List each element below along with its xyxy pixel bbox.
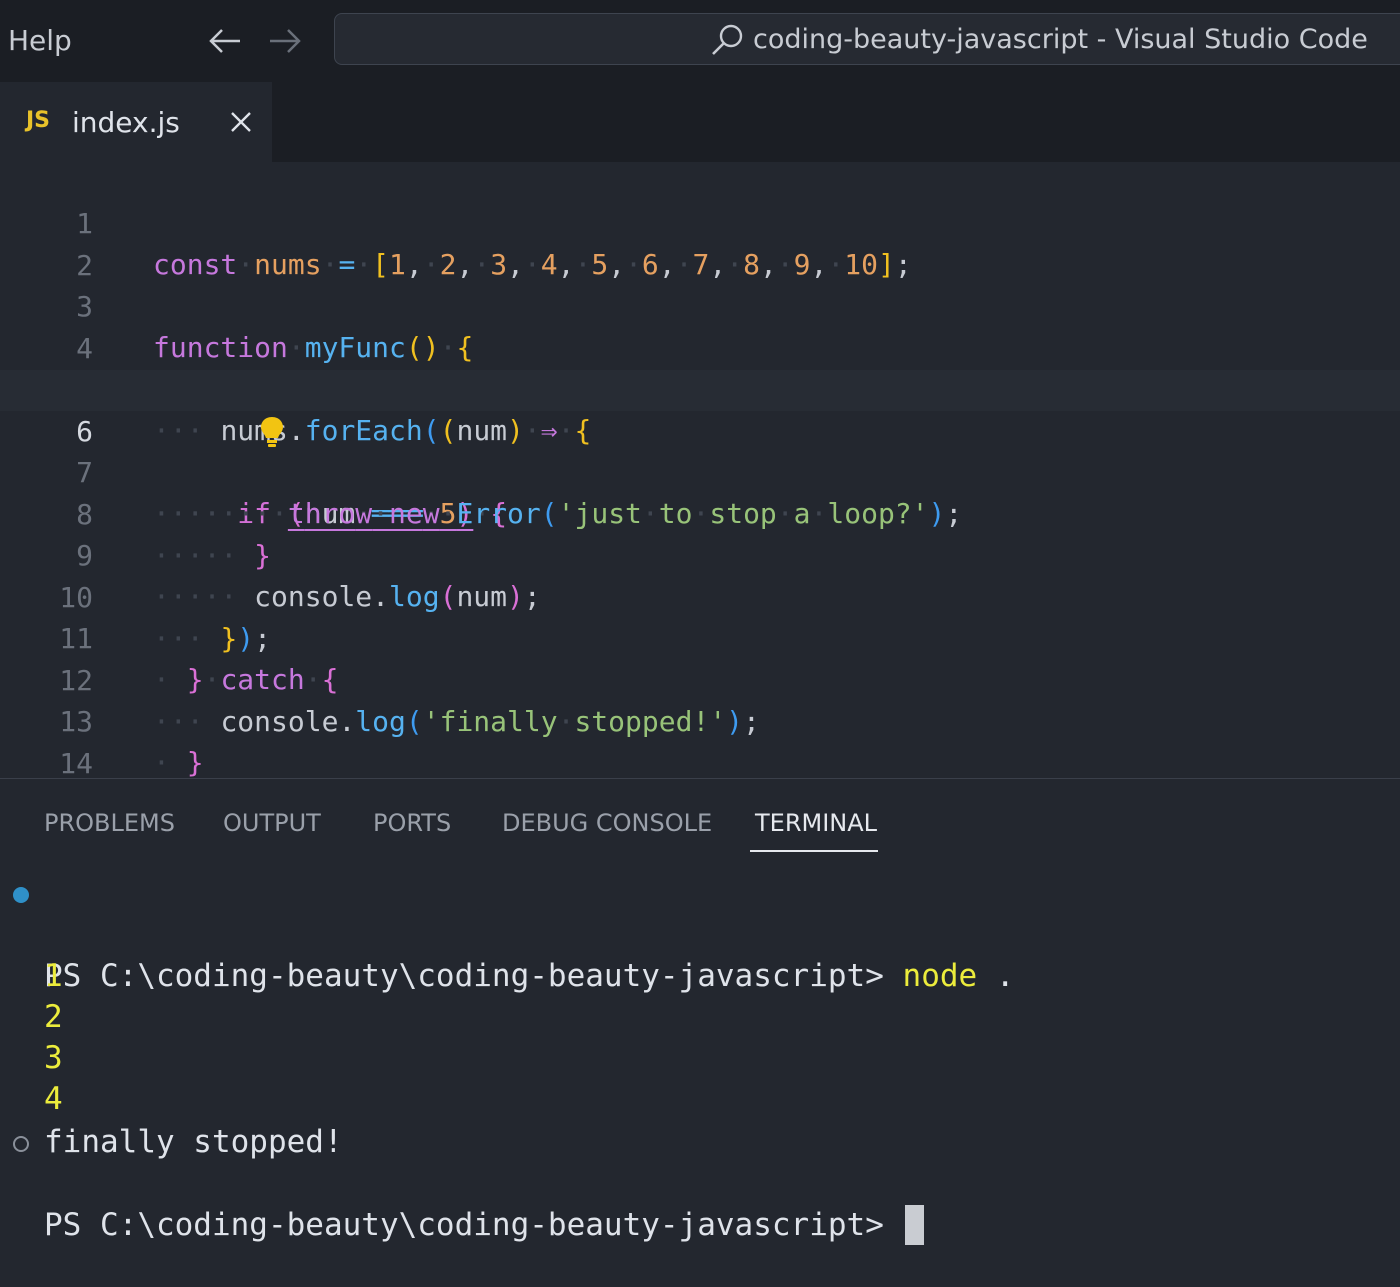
code-line: 13 · } — [0, 660, 1400, 779]
code-line: 3 function·myFunc()·{ — [0, 245, 1400, 364]
terminal-line[interactable]: PS C:\coding-beauty\coding-beauty-javasc… — [0, 1123, 1400, 1245]
code-line-current: 6 ·····if·(num·═══·5)·{ — [0, 369, 1400, 530]
terminal-line: 2 — [0, 956, 1400, 1035]
tab-output[interactable]: OUTPUT — [223, 809, 321, 837]
tab-label: index.js — [72, 106, 180, 139]
bottom-panel: PROBLEMS OUTPUT PORTS DEBUG CONSOLE TERM… — [0, 778, 1400, 1245]
editor-tab-bar: JS index.js — [0, 82, 1400, 162]
tab-debug-console[interactable]: DEBUG CONSOLE — [502, 809, 712, 837]
tab-ports[interactable]: PORTS — [373, 809, 451, 837]
title-bar: Help coding-beauty-javascript - Visual S… — [0, 0, 1400, 82]
command-center-search[interactable]: coding-beauty-javascript - Visual Studio… — [334, 13, 1400, 65]
terminal-line: 3 — [0, 997, 1400, 1076]
terminal-prompt: PS C:\coding-beauty\coding-beauty-javasc… — [44, 1207, 903, 1243]
active-tab-indicator — [750, 850, 878, 852]
code-line: 14 } — [0, 702, 1400, 821]
javascript-file-icon: JS — [26, 108, 51, 133]
search-icon — [710, 22, 746, 62]
menu-help[interactable]: Help — [8, 24, 72, 57]
code-line: 8 ····· } — [0, 453, 1400, 572]
window-title: coding-beauty-javascript - Visual Studio… — [753, 24, 1368, 55]
code-line: 12 ··· console.log('finally·stopped!'); — [0, 619, 1400, 738]
terminal-cursor — [904, 1205, 924, 1245]
close-icon[interactable] — [226, 107, 256, 141]
command-success-decoration-icon[interactable] — [13, 887, 29, 903]
tab-terminal[interactable]: TERMINAL — [755, 809, 877, 837]
terminal-line: PS C:\coding-beauty\coding-beauty-javasc… — [0, 874, 1400, 994]
tab-index-js[interactable]: JS index.js — [0, 82, 273, 162]
command-pending-decoration-icon[interactable] — [13, 1136, 29, 1152]
code-line: 4 · try·{ — [0, 287, 1400, 406]
code-line: 10 ··· }); — [0, 536, 1400, 655]
code-line: 5 ··· nums.forEach((num)·⇒·{ — [0, 328, 1400, 447]
code-line: 11 · }·catch·{ — [0, 577, 1400, 696]
code-line: 7 ······· throw·new·Error('just·to·stop·… — [0, 411, 1400, 530]
code-line: 9 ····· console.log(num); — [0, 494, 1400, 613]
code-line: 2 — [0, 204, 1400, 282]
code-editor[interactable]: 1 const·nums·=·[1,·2,·3,·4,·5,·6,·7,·8,·… — [0, 162, 1400, 821]
tab-problems[interactable]: PROBLEMS — [44, 809, 175, 837]
back-arrow-icon[interactable] — [208, 27, 242, 59]
forward-arrow-icon[interactable] — [268, 27, 302, 59]
terminal-line: 1 — [0, 915, 1400, 994]
terminal-line: 4 — [0, 1038, 1400, 1117]
terminal-line: finally stopped! — [0, 1081, 1400, 1160]
code-line: 1 const·nums·=·[1,·2,·3,·4,·5,·6,·7,·8,·… — [0, 162, 1400, 281]
